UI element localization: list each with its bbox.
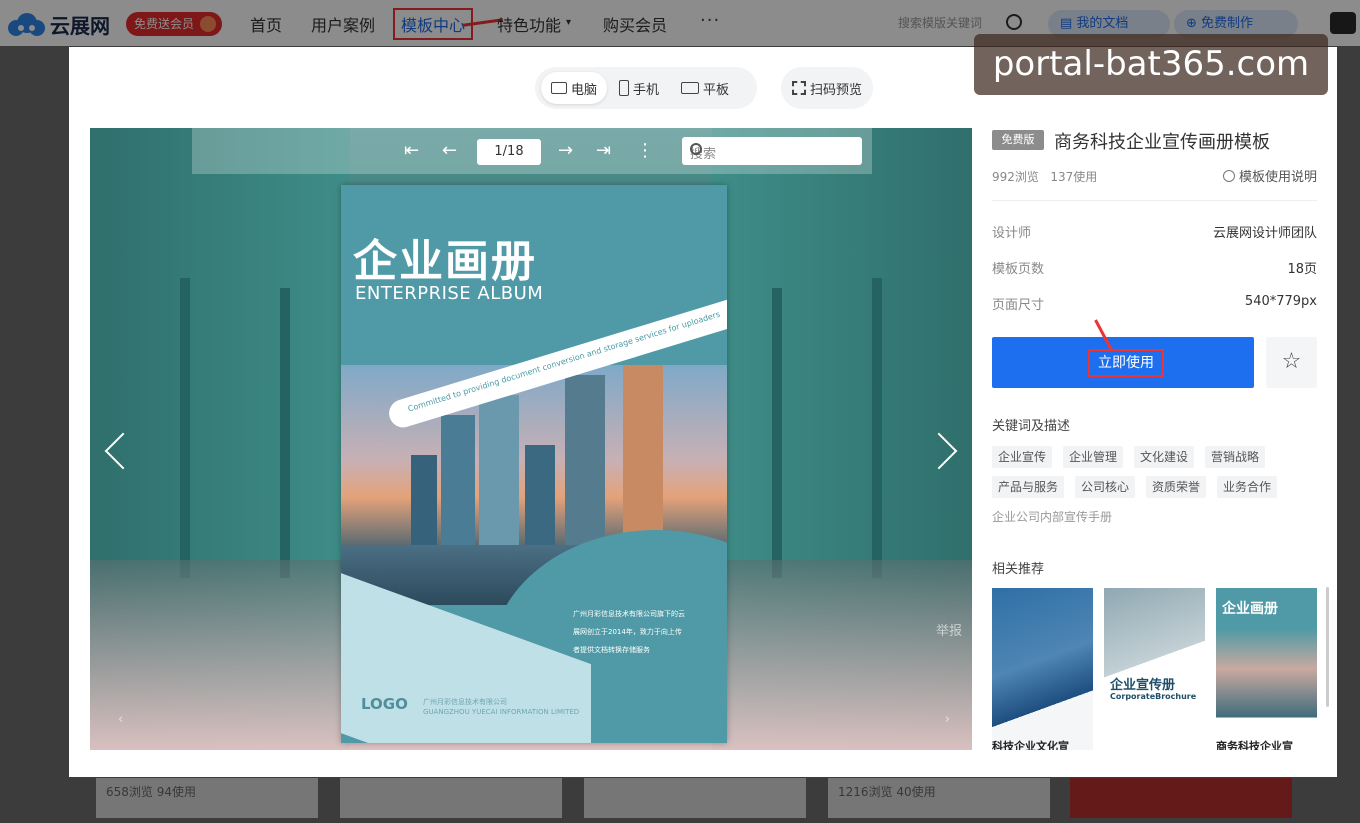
background-pillar [180,278,190,578]
prev-page-icon[interactable]: ← [442,141,457,161]
related-template-card[interactable]: 科技企业文化宣 [992,588,1093,750]
scan-preview-label: 扫码预览 [809,82,862,98]
cover-company-cn: 广州月彩信息技术有限公司 [423,698,507,706]
keyword-tag[interactable]: 公司核心 [1075,476,1136,498]
keywords-heading: 关键词及描述 [992,419,1071,434]
keyword-tag[interactable]: 营销战略 [1205,446,1266,468]
tower-shape [479,395,519,565]
related-template-card[interactable]: 企业宣传册 CorporateBrochure [1104,588,1205,750]
qr-code-icon [791,81,806,95]
tab-desktop[interactable]: 电脑 [541,72,608,104]
cover-subtitle: ENTERPRISE ALBUM [355,283,544,304]
search-icon[interactable] [690,143,702,155]
template-preview-modal: 电脑 手机 平板 扫码预览 ⇤ ← 1/18 → ⇥ ⋮ 搜索 举报 ‹ › 企… [69,47,1337,777]
tablet-icon [681,82,700,94]
usage-guide-link[interactable]: 模板使用说明 [1222,166,1317,185]
keyword-tag[interactable]: 文化建设 [1134,446,1195,468]
cover-paragraph-line: 广州月彩信息技术有限公司旗下的云 [573,610,685,618]
cover-paragraph-line: 者提供文档转换存储服务 [573,646,650,654]
scan-preview-button[interactable]: 扫码预览 [781,67,873,109]
keyword-tag[interactable]: 企业管理 [1063,446,1124,468]
tab-mobile[interactable]: 手机 [609,72,669,104]
tab-mobile-label: 手机 [633,82,660,98]
related-template-title: 科技企业文化宣 [992,740,1069,750]
book-cover-page: 企业画册 ENTERPRISE ALBUM Committed to provi… [341,185,727,743]
background-pillar [280,288,290,578]
page-size-label: 页面尺寸 [992,298,1045,313]
cover-logo: LOGO [361,695,408,713]
template-title: 商务科技企业宣传画册模板 [1054,132,1270,153]
uses-count: 137使用 [1050,170,1098,184]
related-card-subtitle: CorporateBrochure [1110,692,1197,701]
star-icon: ☆ [1281,349,1302,374]
related-card-title: 企业宣传册 [1110,678,1176,693]
panel-scrollbar[interactable] [1326,587,1329,707]
designer-value: 云展网设计师团队 [1212,226,1317,241]
keyword-tag[interactable]: 业务合作 [1217,476,1278,498]
template-stats: 992浏览 137使用 [992,168,1097,185]
cover-company-en: GUANGZHOU YUECAI INFORMATION LIMITED [423,708,580,716]
phone-icon [619,80,630,96]
tower-shape [441,415,475,565]
cover-title: 企业画册 [353,236,537,287]
related-card-title: 企业画册 [1222,601,1278,617]
corner-next-icon[interactable]: › [945,712,950,727]
corner-prev-icon[interactable]: ‹ [118,712,123,727]
page-size-value: 540*779px [1244,294,1317,309]
viewer-search-input[interactable]: 搜索 [682,137,862,165]
watermark: portal-bat365.com [974,34,1328,95]
template-description: 企业公司内部宣传手册 [992,510,1113,524]
use-now-button[interactable]: 立即使用 [992,337,1254,388]
views-count: 992浏览 [992,170,1039,184]
flipbook-preview[interactable]: ⇤ ← 1/18 → ⇥ ⋮ 搜索 举报 ‹ › 企业画册 ENTERPRISE… [90,128,972,750]
tab-tablet-label: 平板 [703,82,730,98]
designer-label: 设计师 [992,226,1032,241]
related-template-title: 商务科技企业宣 [1216,740,1293,750]
keyword-tag[interactable]: 产品与服务 [992,476,1065,498]
info-icon [1222,170,1235,182]
cover-paragraph: 广州月彩信息技术有限公司旗下的云 展网创立于2014年，致力于向上传 者提供文档… [573,605,685,659]
tab-desktop-label: 电脑 [571,82,598,98]
usage-guide-label: 模板使用说明 [1238,170,1317,185]
last-page-icon[interactable]: ⇥ [596,141,611,161]
related-template-card[interactable]: 企业画册 商务科技企业宣 [1216,588,1317,750]
monitor-icon [551,82,567,94]
use-now-label: 立即使用 [1088,349,1164,377]
device-switcher: 电脑 手机 平板 [535,67,757,109]
page-indicator[interactable]: 1/18 [477,139,541,165]
next-page-icon[interactable]: → [558,141,573,161]
report-link[interactable]: 举报 [936,620,962,639]
related-heading: 相关推荐 [992,562,1045,577]
keyword-tag[interactable]: 企业宣传 [992,446,1053,468]
more-options-icon[interactable]: ⋮ [636,141,654,161]
viewer-toolbar: ⇤ ← 1/18 → ⇥ ⋮ 搜索 [192,128,872,174]
divider [992,200,1317,201]
free-version-badge: 免费版 [992,130,1044,150]
first-page-icon[interactable]: ⇤ [404,141,419,161]
tower-shape [565,375,605,565]
page-count-value: 18页 [1287,262,1317,277]
background-pillar [772,288,782,578]
keyword-tag[interactable]: 资质荣誉 [1146,476,1207,498]
cover-paragraph-line: 展网创立于2014年，致力于向上传 [573,628,682,636]
page-count-label: 模板页数 [992,262,1045,277]
cover-company: 广州月彩信息技术有限公司 GUANGZHOU YUECAI INFORMATIO… [423,697,579,717]
tab-tablet[interactable]: 平板 [671,72,739,104]
favorite-button[interactable]: ☆ [1266,337,1317,388]
background-pillar [872,278,882,578]
